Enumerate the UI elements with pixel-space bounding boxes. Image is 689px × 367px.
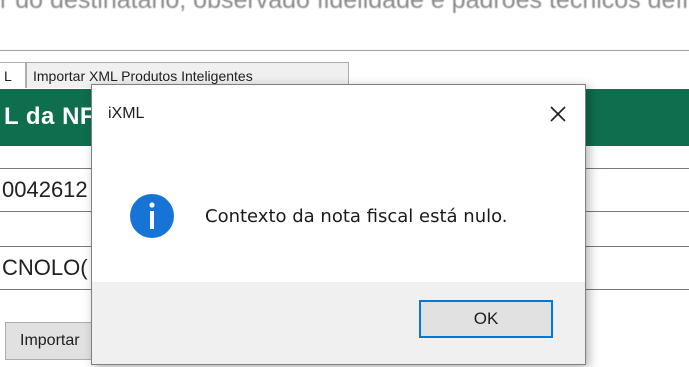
tab-partial[interactable]: L bbox=[0, 62, 26, 88]
invoice-number-value: 0042612 bbox=[2, 177, 88, 202]
dialog-message: Contexto da nota fiscal está nulo. bbox=[205, 206, 508, 227]
ok-button[interactable]: OK bbox=[419, 300, 553, 338]
close-icon bbox=[550, 106, 566, 122]
dialog-footer: OK bbox=[92, 282, 585, 364]
company-name-value: CNOLO( bbox=[2, 255, 88, 280]
section-header-label: L da NF bbox=[4, 103, 96, 130]
dialog-title: iXML bbox=[108, 105, 145, 122]
background-description-text: r do destinatário, observado fidelidade … bbox=[0, 0, 689, 14]
import-button-label: Importar bbox=[20, 332, 80, 349]
info-icon bbox=[129, 193, 175, 239]
message-dialog: iXML Contexto da nota fiscal está nulo. … bbox=[91, 84, 586, 365]
close-button[interactable] bbox=[543, 100, 573, 128]
divider bbox=[0, 50, 689, 51]
